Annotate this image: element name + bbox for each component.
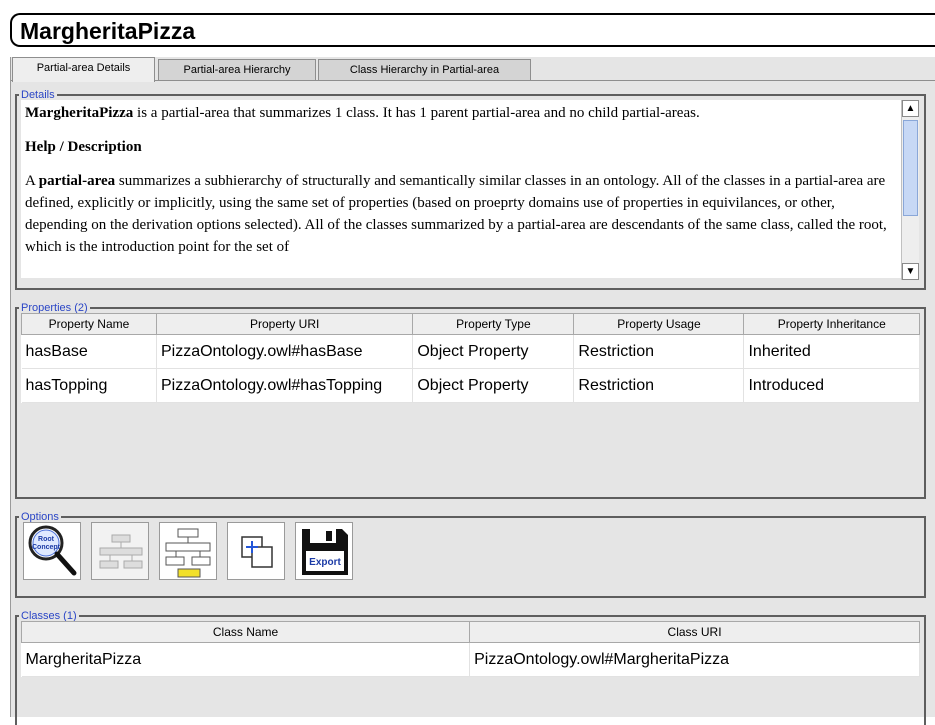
classes-header-row: Class Name Class URI <box>20 621 920 643</box>
property-usage-cell: Restriction <box>573 334 745 369</box>
column-header[interactable]: Property Inheritance <box>743 313 920 335</box>
partial-area-hierarchy-button[interactable] <box>159 522 217 580</box>
tab-label: Partial-area Details <box>36 62 131 74</box>
details-group: Details MargheritaPizza is a partial-are… <box>15 88 926 290</box>
summary-paragraph: MargheritaPizza is a partial-area that s… <box>25 102 897 124</box>
column-header[interactable]: Property Type <box>412 313 575 335</box>
options-group: Options Root Concept Export <box>15 510 926 598</box>
column-header[interactable]: Property URI <box>155 313 414 335</box>
property-name-cell: hasTopping <box>21 368 157 403</box>
property-inheritance-cell: Inherited <box>743 334 920 369</box>
hierarchy-icon <box>99 534 143 569</box>
root-concept-magnifier-icon: Root Concept <box>28 525 77 576</box>
scroll-thumb[interactable] <box>903 120 918 216</box>
properties-header-row: Property Name Property URI Property Type… <box>21 313 920 335</box>
description-paragraph: A partial-area summarizes a subhierarchy… <box>25 170 897 258</box>
table-row[interactable]: hasBase PizzaOntology.owl#hasBase Object… <box>21 334 920 369</box>
svg-text:Concept: Concept <box>32 544 61 551</box>
column-header[interactable]: Property Name <box>21 313 157 335</box>
tab-label: Class Hierarchy in Partial-area <box>349 64 500 76</box>
properties-table: Property Name Property URI Property Type… <box>21 313 920 403</box>
class-uri-cell: PizzaOntology.owl#MargheritaPizza <box>469 642 920 677</box>
properties-group: Properties (2) Property Name Property UR… <box>15 301 926 499</box>
property-name-cell: hasBase <box>21 334 157 369</box>
svg-text:Root: Root <box>38 536 55 543</box>
page-title: MargheritaPizza <box>20 18 196 44</box>
column-header[interactable]: Property Usage <box>573 313 745 335</box>
description-term: partial-area <box>38 173 116 189</box>
description-prefix: A <box>25 173 39 189</box>
classes-table: Class Name Class URI MargheritaPizza Piz… <box>20 621 920 677</box>
help-heading: Help / Description <box>25 139 142 155</box>
property-usage-cell: Restriction <box>573 368 745 403</box>
export-icon: Export <box>302 529 348 575</box>
table-row[interactable]: MargheritaPizza PizzaOntology.owl#Marghe… <box>21 642 920 677</box>
expand-icon <box>241 536 273 568</box>
tab-partial-area-hierarchy[interactable]: Partial-area Hierarchy <box>158 59 316 80</box>
details-text-area[interactable]: MargheritaPizza is a partial-area that s… <box>21 100 901 278</box>
tab-class-hierarchy[interactable]: Class Hierarchy in Partial-area <box>318 59 531 80</box>
scroll-down-button[interactable]: ▼ <box>902 263 919 280</box>
property-type-cell: Object Property <box>412 334 575 369</box>
column-header[interactable]: Class URI <box>469 621 920 643</box>
title-bar: MargheritaPizza <box>10 13 935 47</box>
property-uri-cell: PizzaOntology.owl#hasTopping <box>156 368 414 403</box>
property-inheritance-cell: Introduced <box>743 368 920 403</box>
tab-label: Partial-area Hierarchy <box>183 64 291 76</box>
scroll-up-button[interactable]: ▲ <box>902 100 919 117</box>
expand-button[interactable] <box>227 522 285 580</box>
property-type-cell: Object Property <box>412 368 575 403</box>
summary-text: is a partial-area that summarizes 1 clas… <box>133 105 700 121</box>
export-button[interactable]: Export <box>295 522 353 580</box>
hierarchy-button[interactable] <box>91 522 149 580</box>
column-header[interactable]: Class Name <box>20 621 471 643</box>
table-row[interactable]: hasTopping PizzaOntology.owl#hasTopping … <box>21 368 920 403</box>
class-name-cell: MargheritaPizza <box>21 642 471 677</box>
tab-partial-area-details[interactable]: Partial-area Details <box>12 57 155 82</box>
classes-group: Classes (1) Class Name Class URI Margher… <box>15 609 926 725</box>
svg-text:Export: Export <box>309 557 341 568</box>
property-uri-cell: PizzaOntology.owl#hasBase <box>156 334 414 369</box>
description-text: summarizes a subhierarchy of structurall… <box>25 173 887 255</box>
details-scrollbar[interactable]: ▲ ▼ <box>901 100 919 280</box>
main-panel: Partial-area Details Partial-area Hierar… <box>10 57 935 725</box>
partial-area-hierarchy-icon <box>165 528 211 578</box>
summary-name: MargheritaPizza <box>25 105 134 121</box>
root-concept-button[interactable]: Root Concept <box>23 522 81 580</box>
